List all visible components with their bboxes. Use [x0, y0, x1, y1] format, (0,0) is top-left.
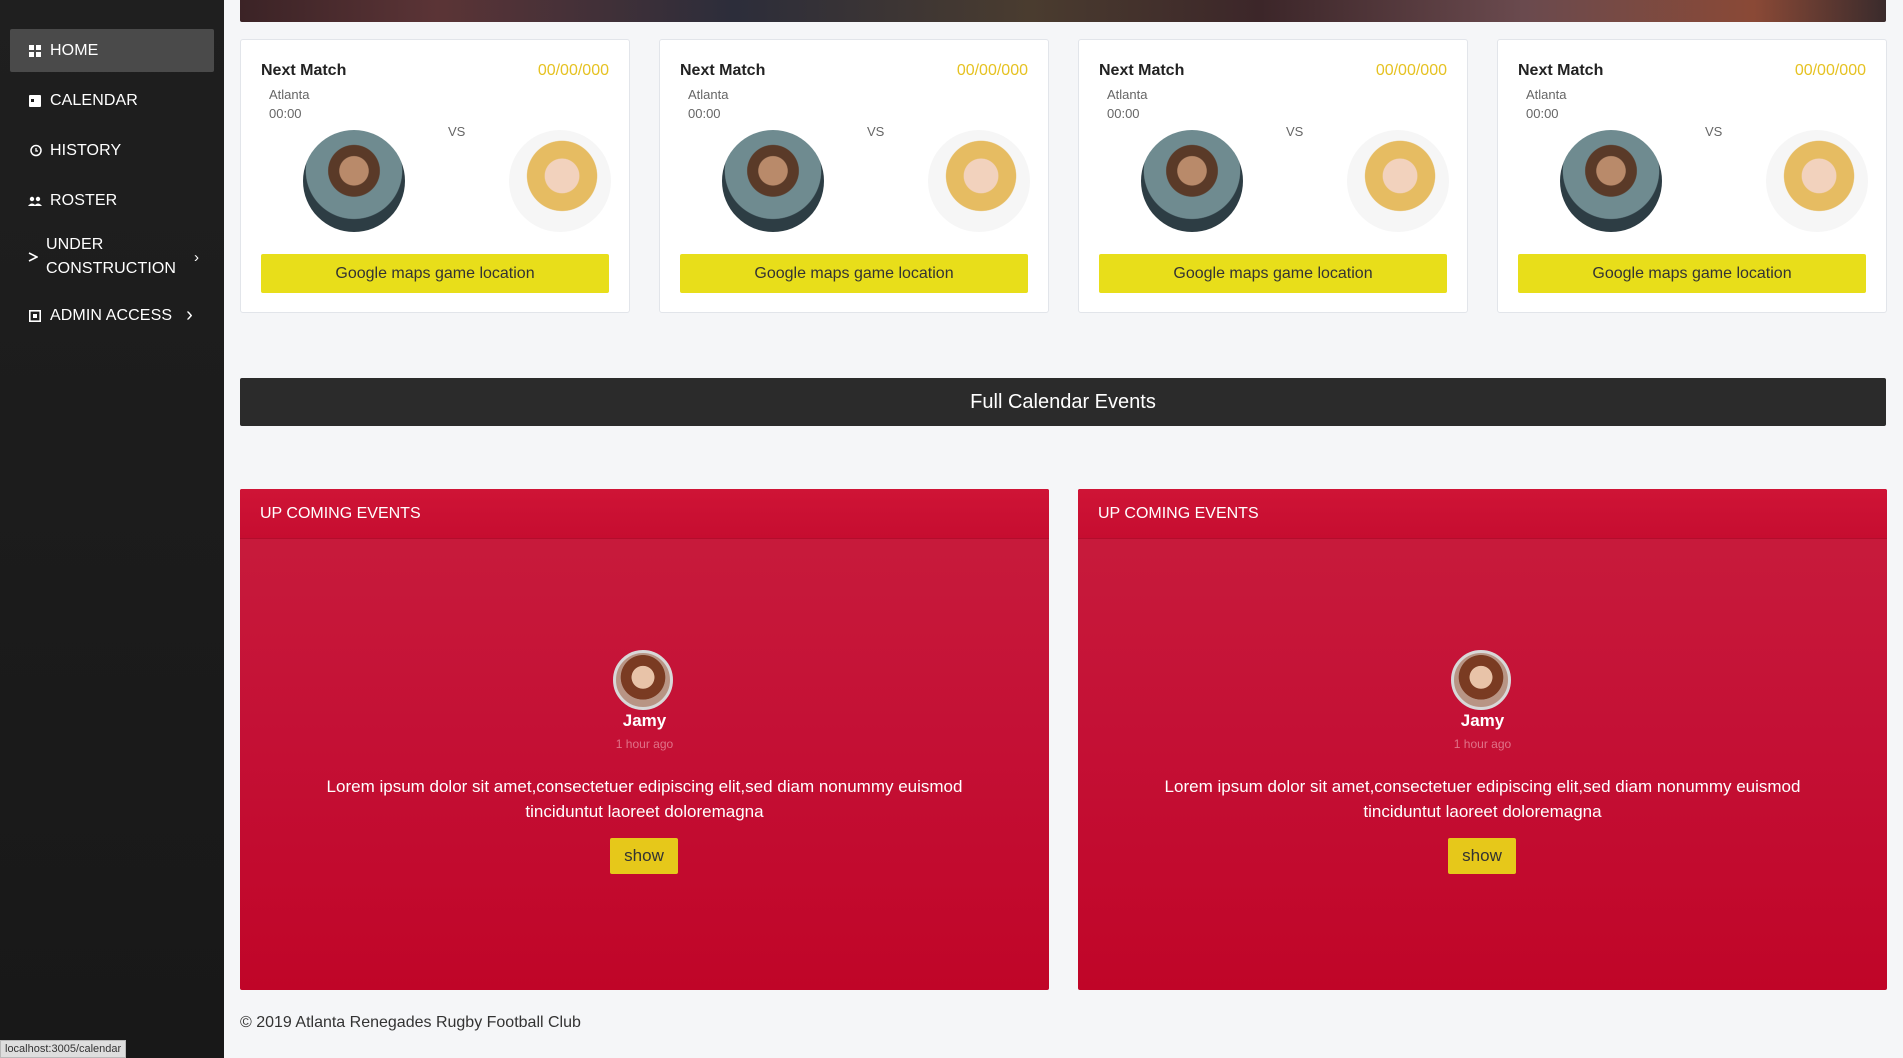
sidebar-item-label: HOME: [50, 41, 99, 59]
chevron-right-icon: ›: [186, 304, 193, 326]
match-city: Atlanta: [269, 87, 310, 102]
match-title: Next Match: [1099, 62, 1185, 79]
away-team-avatar: [1766, 130, 1868, 232]
sidebar-item-label: ROSTER: [50, 191, 118, 209]
chevron-right-icon: ›: [194, 248, 199, 266]
sidebar-item-label: UNDER CONSTRUCTION: [46, 233, 186, 281]
match-date: 00/00/000: [537, 62, 609, 79]
event-card: UP COMING EVENTS Jamy 1 hour ago Lorem i…: [240, 489, 1049, 990]
event-card: UP COMING EVENTS Jamy 1 hour ago Lorem i…: [1078, 489, 1887, 990]
event-card-header: UP COMING EVENTS: [240, 489, 1049, 539]
sidebar-item-history[interactable]: HISTORY: [10, 129, 214, 172]
away-team-avatar: [928, 130, 1030, 232]
versus-label: VS: [1705, 124, 1723, 139]
sidebar-item-under-construction[interactable]: UNDER CONSTRUCTION ›: [10, 229, 214, 285]
avatar: [613, 650, 673, 710]
show-button[interactable]: show: [610, 838, 678, 874]
match-date: 00/00/000: [956, 62, 1028, 79]
label-line-1: UNDER: [46, 236, 104, 253]
google-maps-button[interactable]: Google maps game location: [680, 254, 1028, 293]
google-maps-button[interactable]: Google maps game location: [261, 254, 609, 293]
google-maps-button[interactable]: Google maps game location: [1518, 254, 1866, 293]
event-timestamp: 1 hour ago: [1453, 737, 1512, 751]
home-team-avatar: [303, 130, 405, 232]
match-card: Next Match 00/00/000 Atlanta 00:00 VS Go…: [1497, 39, 1887, 313]
sidebar-item-label: CALENDAR: [50, 91, 138, 109]
sidebar-item-label: ADMIN ACCESS: [50, 306, 173, 324]
avatar: [1451, 650, 1511, 710]
home-team-avatar: [1560, 130, 1662, 232]
match-city: Atlanta: [1526, 87, 1567, 102]
versus-label: VS: [448, 124, 466, 139]
versus-label: VS: [867, 124, 885, 139]
away-team-avatar: [509, 130, 611, 232]
sidebar-item-roster[interactable]: ROSTER: [10, 179, 214, 222]
match-card: Next Match 00/00/000 Atlanta 00:00 VS Go…: [1078, 39, 1468, 313]
match-date: 00/00/000: [1794, 62, 1866, 79]
match-title: Next Match: [261, 62, 347, 79]
match-card: Next Match 00/00/000 Atlanta 00:00 VS Go…: [659, 39, 1049, 313]
history-icon: [28, 144, 42, 158]
event-timestamp: 1 hour ago: [615, 737, 674, 751]
footer-copyright: © 2019 Atlanta Renegades Rugby Football …: [240, 1014, 581, 1031]
play-icon: [28, 250, 38, 264]
match-time: 00:00: [269, 106, 302, 121]
match-time: 00:00: [1526, 106, 1559, 121]
match-title: Next Match: [680, 62, 766, 79]
match-time: 00:00: [688, 106, 721, 121]
match-title: Next Match: [1518, 62, 1604, 79]
sidebar: HOME CALENDAR HISTORY ROSTER UNDER CONST…: [0, 0, 224, 1058]
google-maps-button[interactable]: Google maps game location: [1099, 254, 1447, 293]
match-city: Atlanta: [1107, 87, 1148, 102]
status-bar-url: localhost:3005/calendar: [0, 1040, 127, 1058]
sidebar-item-home[interactable]: HOME: [10, 29, 214, 72]
sidebar-item-calendar[interactable]: CALENDAR: [10, 79, 214, 122]
event-card-header: UP COMING EVENTS: [1078, 489, 1887, 539]
match-city: Atlanta: [688, 87, 729, 102]
label-line-2: CONSTRUCTION: [46, 260, 177, 277]
match-date: 00/00/000: [1375, 62, 1447, 79]
event-description: Lorem ipsum dolor sit amet,consectetuer …: [326, 777, 963, 821]
versus-label: VS: [1286, 124, 1304, 139]
away-team-avatar: [1347, 130, 1449, 232]
calendar-icon: [28, 94, 42, 108]
event-description: Lorem ipsum dolor sit amet,consectetuer …: [1164, 777, 1801, 821]
people-icon: [28, 194, 42, 208]
event-author-name: Jamy: [622, 711, 667, 730]
sidebar-item-label: HISTORY: [50, 141, 122, 159]
full-calendar-events-button[interactable]: Full Calendar Events: [240, 378, 1886, 426]
show-button[interactable]: show: [1448, 838, 1516, 874]
grid-icon: [28, 44, 42, 58]
match-time: 00:00: [1107, 106, 1140, 121]
event-author-name: Jamy: [1460, 711, 1505, 730]
sidebar-item-admin-access[interactable]: ADMIN ACCESS ›: [10, 294, 214, 337]
home-team-avatar: [722, 130, 824, 232]
hero-banner-image: [240, 0, 1886, 22]
admin-icon: [28, 309, 42, 323]
home-team-avatar: [1141, 130, 1243, 232]
match-card: Next Match 00/00/000 Atlanta 00:00 VS Go…: [240, 39, 630, 313]
